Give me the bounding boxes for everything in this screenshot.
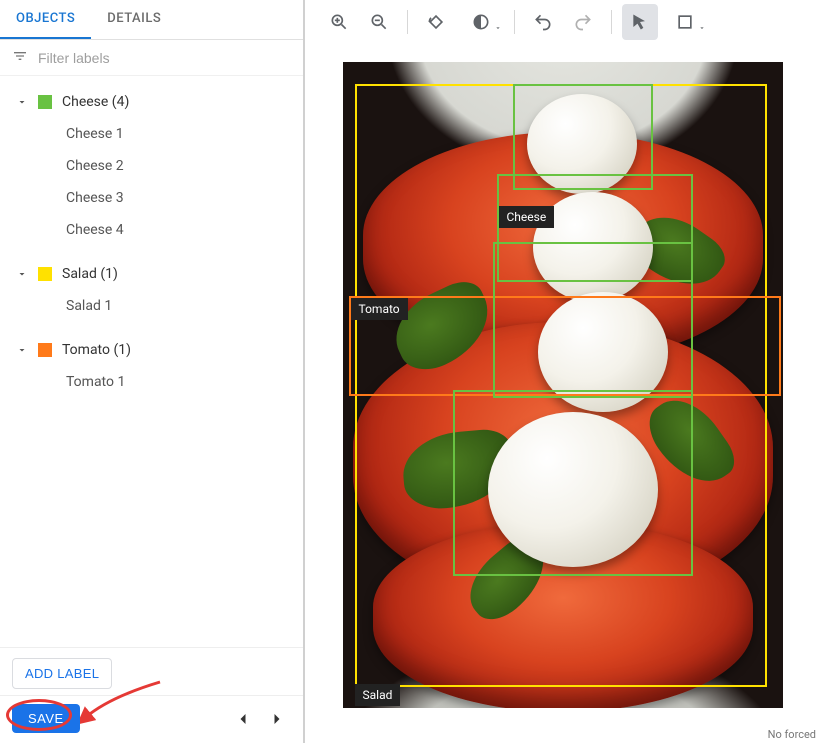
pager [229,705,291,733]
main: Salad Tomato Cheese No forced [305,0,820,743]
prev-button[interactable] [229,705,257,733]
tab-objects[interactable]: OBJECTS [0,0,91,39]
chevron-down-icon [16,268,28,280]
undo-button[interactable] [525,4,561,40]
bbox-tool-button[interactable] [662,4,708,40]
tree-item-tomato-1[interactable]: Tomato 1 [0,366,303,398]
color-swatch-cheese [38,95,52,109]
zoom-in-button[interactable] [321,4,357,40]
tree-item-salad-1[interactable]: Salad 1 [0,290,303,322]
sidebar-footer: SAVE [0,695,303,743]
zoom-out-button[interactable] [361,4,397,40]
save-button[interactable]: SAVE [12,704,80,733]
tree-item-cheese-2[interactable]: Cheese 2 [0,150,303,182]
tree-item-cheese-3[interactable]: Cheese 3 [0,182,303,214]
color-swatch-salad [38,267,52,281]
tab-details[interactable]: DETAILS [91,0,177,39]
tree-item-cheese-1[interactable]: Cheese 1 [0,118,303,150]
filter-icon [12,48,28,68]
tabs: OBJECTS DETAILS [0,0,303,40]
bbox-label-tomato: Tomato [351,298,408,320]
redo-button[interactable] [565,4,601,40]
toolbar-separator [611,10,612,34]
bbox-label-cheese: Cheese [499,206,555,228]
tree-item-cheese-4[interactable]: Cheese 4 [0,214,303,246]
rotate-button[interactable] [418,4,454,40]
toolbar-separator [407,10,408,34]
toolbar-separator [514,10,515,34]
sidebar-bottom: ADD LABEL [0,647,303,695]
tree-group-label: Salad (1) [62,266,118,282]
tree-group-cheese[interactable]: Cheese (4) [0,86,303,118]
filter-row [0,40,303,76]
sidebar: OBJECTS DETAILS Cheese (4) Cheese 1 Chee… [0,0,305,743]
tree-group-tomato[interactable]: Tomato (1) [0,334,303,366]
select-tool-button[interactable] [622,4,658,40]
filter-input[interactable] [38,50,291,66]
bbox-cheese-4[interactable] [453,390,693,576]
tree-group-salad[interactable]: Salad (1) [0,258,303,290]
image-frame: Salad Tomato Cheese [343,62,783,708]
add-label-button[interactable]: ADD LABEL [12,658,112,689]
label-tree: Cheese (4) Cheese 1 Cheese 2 Cheese 3 Ch… [0,76,303,647]
tree-group-label: Tomato (1) [62,342,131,358]
bbox-label-salad: Salad [355,684,401,706]
tree-group-label: Cheese (4) [62,94,129,110]
toolbar [305,0,820,44]
status-text: No forced [768,728,816,741]
color-swatch-tomato [38,343,52,357]
canvas[interactable]: Salad Tomato Cheese [305,44,820,743]
brightness-button[interactable] [458,4,504,40]
chevron-down-icon [16,344,28,356]
next-button[interactable] [263,705,291,733]
bbox-cheese-3[interactable] [493,242,693,398]
chevron-down-icon [16,96,28,108]
